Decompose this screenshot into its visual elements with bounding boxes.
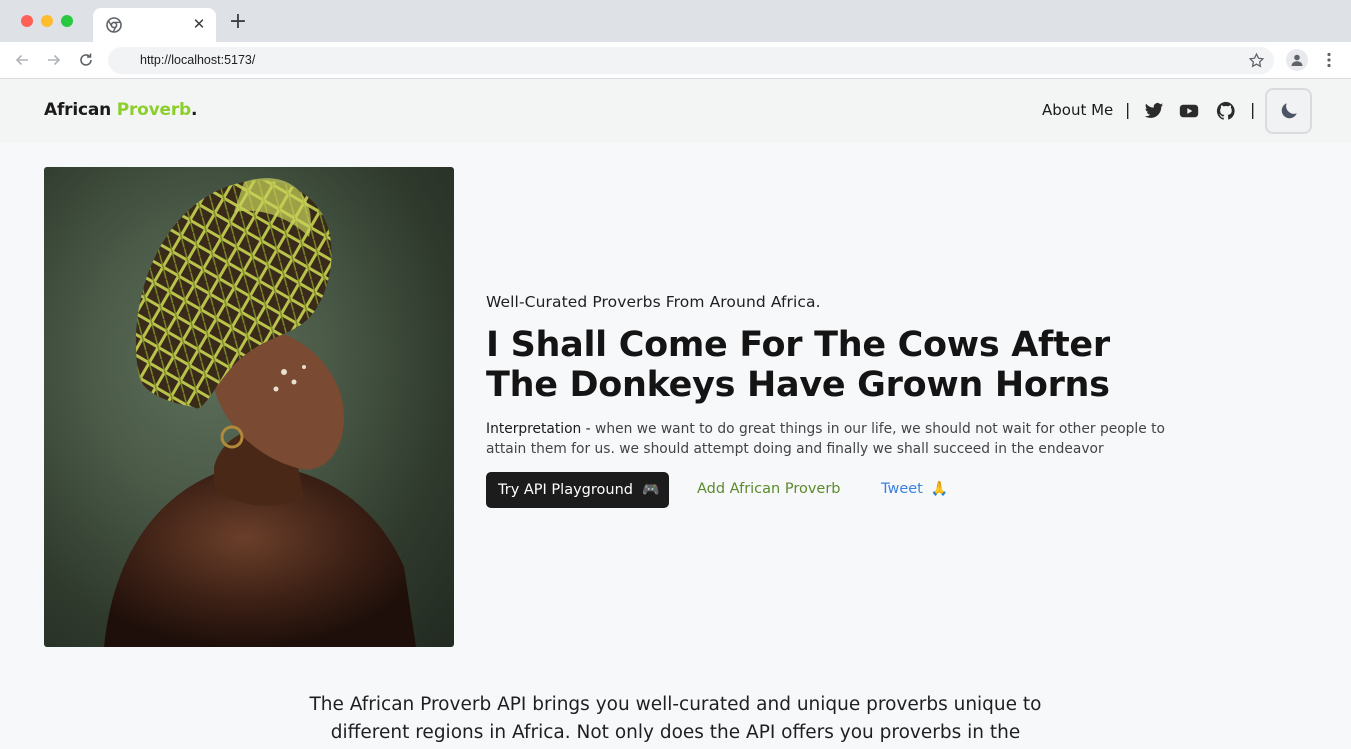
add-african-proverb-link[interactable]: Add African Proverb [697,481,841,497]
maximize-window-button[interactable] [61,15,73,27]
hero-portrait-image [44,167,454,647]
close-tab-icon[interactable]: ✕ [190,15,208,33]
youtube-icon[interactable] [1179,101,1199,121]
folded-hands-icon: 🙏 [930,481,949,497]
moon-icon [1281,103,1297,119]
site-header: African Proverb. About Me | | [0,79,1351,143]
back-icon[interactable] [12,50,32,70]
minimize-window-button[interactable] [41,15,53,27]
logo-accent-text: Proverb [116,100,192,120]
try-api-playground-button[interactable]: Try API Playground 🎮 [486,472,669,508]
hero-actions: Try API Playground 🎮 Add African Proverb… [486,472,1186,508]
github-icon[interactable] [1216,101,1236,121]
game-controller-icon: 🎮 [641,482,660,498]
chrome-icon [106,17,122,33]
api-description-paragraph: The African Proverb API brings you well-… [309,694,1042,743]
tweet-label: Tweet [881,481,923,497]
interpretation-label: Interpretation - [486,421,591,437]
profile-avatar-icon[interactable] [1286,49,1308,71]
interpretation-text: Interpretation - when we want to do grea… [486,419,1166,459]
theme-toggle-button[interactable] [1265,88,1312,134]
browser-menu-icon[interactable] [1320,51,1338,69]
logo-dot: . [191,100,198,120]
nav-separator: | [1250,100,1256,119]
browser-toolbar: http://localhost:5173/ [0,42,1351,79]
url-text[interactable]: http://localhost:5173/ [140,53,255,67]
logo-primary-text: African [44,100,112,120]
new-tab-icon[interactable]: + [228,11,248,33]
address-bar[interactable]: http://localhost:5173/ [108,47,1274,74]
browser-tab[interactable]: ✕ [93,8,216,42]
site-logo[interactable]: African Proverb. [44,100,198,120]
forward-icon[interactable] [44,50,64,70]
try-api-playground-label: Try API Playground [498,482,633,498]
hero-tagline: Well-Curated Proverbs From Around Africa… [486,293,821,311]
tweet-link[interactable]: Tweet 🙏 [881,481,948,497]
proverb-headline: I Shall Come For The Cows After The Donk… [486,325,1110,405]
hero-section: Well-Curated Proverbs From Around Africa… [486,293,1186,508]
about-me-link[interactable]: About Me [1042,101,1113,119]
reload-icon[interactable] [76,50,96,70]
close-window-button[interactable] [21,15,33,27]
twitter-icon[interactable] [1144,101,1164,121]
nav-separator: | [1125,100,1131,119]
browser-tab-bar: ✕ + [0,0,1351,42]
bookmark-star-icon[interactable] [1248,52,1265,69]
